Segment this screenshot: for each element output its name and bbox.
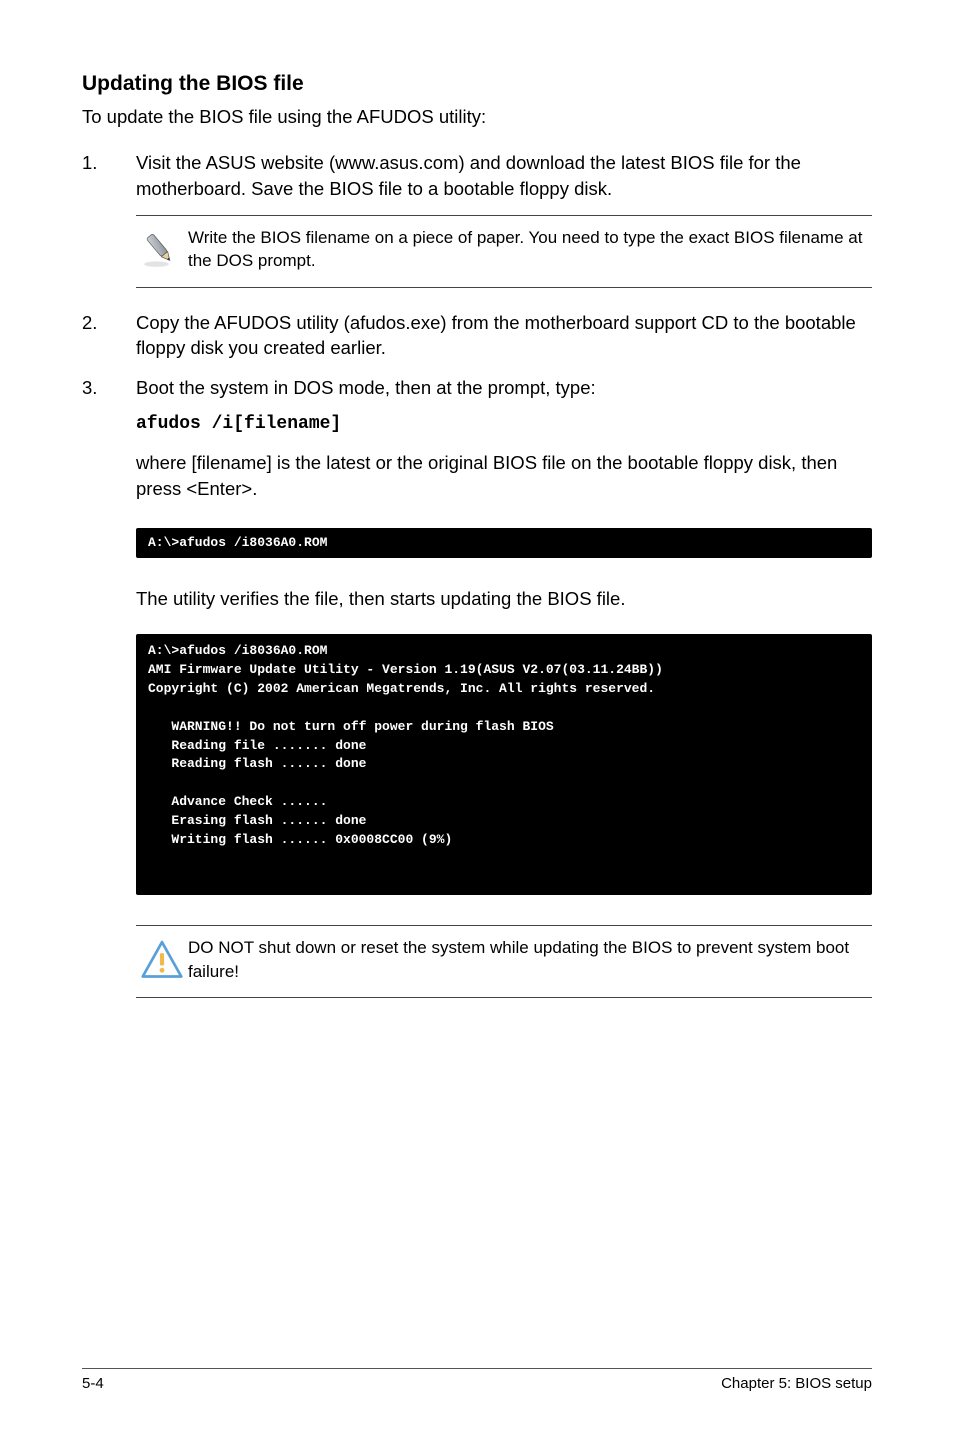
- footer-chapter: Chapter 5: BIOS setup: [721, 1375, 872, 1392]
- intro-text: To update the BIOS file using the AFUDOS…: [82, 106, 872, 128]
- page-footer: 5-4 Chapter 5: BIOS setup: [82, 1368, 872, 1392]
- where-text: where [filename] is the latest or the or…: [136, 450, 872, 501]
- step-number: 2.: [82, 310, 136, 361]
- step-text: Visit the ASUS website (www.asus.com) an…: [136, 150, 872, 201]
- step-3: 3. Boot the system in DOS mode, then at …: [82, 375, 872, 401]
- note-box-tip: Write the BIOS filename on a piece of pa…: [136, 215, 872, 288]
- note-box-warning: DO NOT shut down or reset the system whi…: [136, 925, 872, 998]
- command-text: afudos /i[filename]: [136, 414, 872, 434]
- pencil-icon: [136, 227, 188, 271]
- step-number: 1.: [82, 150, 136, 201]
- step-number: 3.: [82, 375, 136, 401]
- terminal-output-1: A:\>afudos /i8036A0.ROM: [136, 528, 872, 559]
- step-text: Boot the system in DOS mode, then at the…: [136, 375, 872, 401]
- terminal-output-2: A:\>afudos /i8036A0.ROM AMI Firmware Upd…: [136, 634, 872, 895]
- note-text: Write the BIOS filename on a piece of pa…: [188, 226, 872, 273]
- step-2: 2. Copy the AFUDOS utility (afudos.exe) …: [82, 310, 872, 361]
- section-heading: Updating the BIOS file: [82, 72, 872, 96]
- warning-icon: [136, 938, 188, 982]
- warning-text: DO NOT shut down or reset the system whi…: [188, 936, 872, 983]
- step-1: 1. Visit the ASUS website (www.asus.com)…: [82, 150, 872, 201]
- step-text: Copy the AFUDOS utility (afudos.exe) fro…: [136, 310, 872, 361]
- verify-text: The utility verifies the file, then star…: [136, 588, 872, 610]
- footer-page-number: 5-4: [82, 1375, 104, 1392]
